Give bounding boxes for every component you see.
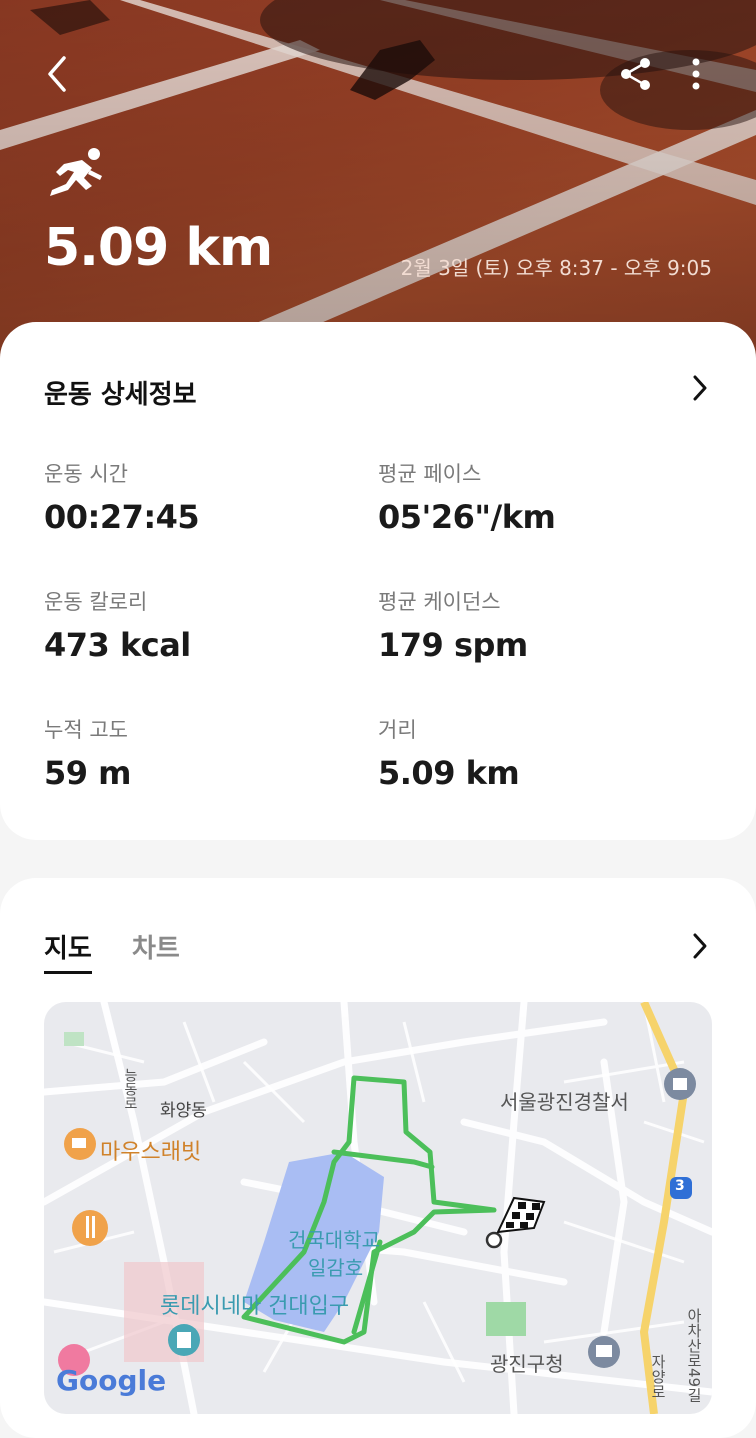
stat-label: 누적 고도 [44, 718, 128, 742]
workout-distance: 5.09 km [44, 218, 273, 278]
chevron-right-icon[interactable] [692, 932, 708, 960]
running-icon [50, 148, 102, 196]
stat-label: 평균 케이던스 [378, 590, 501, 614]
map-label-jayang-road: 자양로 [649, 1354, 667, 1399]
map-graphic [44, 1002, 712, 1414]
map-label-lake-2: 일감호 [308, 1256, 364, 1280]
map-card: 지도 차트 화양동 마우스래빗 서울광진경찰서 건국대학교 일감호 롯데시네마 … [0, 878, 756, 1438]
stat-value: 59 m [44, 754, 132, 792]
stat-value: 179 spm [378, 626, 528, 664]
map-label-police: 서울광진경찰서 [500, 1090, 629, 1114]
map-label-lake-1: 건국대학교 [288, 1228, 380, 1252]
workout-header: 5.09 km 2월 3일 (토) 오후 8:37 - 오후 9:05 [0, 0, 756, 360]
share-icon[interactable] [618, 56, 654, 92]
map-label-achasan-road: 아차산로49길 [685, 1308, 703, 1403]
map-label-cinema: 롯데시네마 건대입구 [160, 1294, 350, 1319]
workout-details-card[interactable]: 운동 상세정보 운동 시간 00:27:45 평균 페이스 05'26"/km … [0, 322, 756, 840]
stat-label: 평균 페이스 [378, 462, 482, 486]
stat-duration: 운동 시간 00:27:45 [44, 458, 200, 536]
map-label-neungdong-road: 능동로 [122, 1068, 138, 1110]
stat-label: 운동 칼로리 [44, 590, 148, 614]
map-label-hwayang: 화양동 [160, 1101, 207, 1121]
route-3-badge: 3 [675, 1178, 685, 1194]
stat-cadence: 평균 케이던스 179 spm [378, 586, 528, 664]
stat-label: 거리 [378, 718, 417, 742]
stat-pace: 평균 페이스 05'26"/km [378, 458, 556, 536]
stat-value: 05'26"/km [378, 498, 556, 536]
map-label-mouse-rabbit: 마우스래빗 [100, 1140, 202, 1165]
stat-distance: 거리 5.09 km [378, 714, 520, 792]
stat-value: 473 kcal [44, 626, 191, 664]
route-map[interactable]: 화양동 마우스래빗 서울광진경찰서 건국대학교 일감호 롯데시네마 건대입구 광… [44, 1002, 712, 1414]
back-icon[interactable] [40, 52, 76, 96]
stat-label: 운동 시간 [44, 462, 128, 486]
track-background [0, 0, 756, 360]
chevron-right-icon[interactable] [692, 374, 708, 402]
details-title: 운동 상세정보 [44, 380, 197, 410]
tab-map[interactable]: 지도 [44, 928, 92, 974]
stat-elevation: 누적 고도 59 m [44, 714, 132, 792]
map-label-office: 광진구청 [490, 1352, 564, 1376]
google-logo: Google [56, 1364, 167, 1397]
stat-value: 5.09 km [378, 754, 520, 792]
more-icon[interactable] [686, 56, 706, 92]
stat-calories: 운동 칼로리 473 kcal [44, 586, 191, 664]
workout-datetime: 2월 3일 (토) 오후 8:37 - 오후 9:05 [400, 256, 712, 280]
tab-chart[interactable]: 차트 [132, 928, 180, 965]
stat-value: 00:27:45 [44, 498, 200, 536]
